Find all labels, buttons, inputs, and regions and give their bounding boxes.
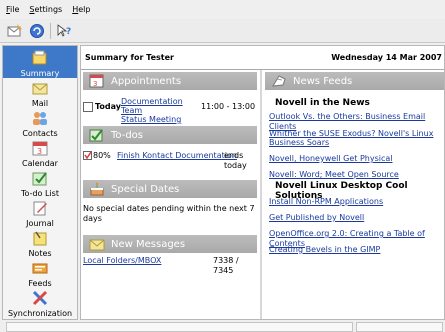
status-bar [0,320,445,332]
new-message-icon[interactable] [6,22,24,40]
mail-icon [30,79,50,97]
todo-icon [87,127,107,143]
todo-row: 80% Finish Kontact Documentation ends to… [83,151,259,170]
menu-file[interactable]: File [6,5,19,14]
menu-bar: File Settings Help [0,0,445,19]
appointment-link[interactable]: Documentation Team Status Meeting [121,97,199,124]
sidebar-item-calendar[interactable]: 3 Calendar [3,136,77,168]
status-progress-area [356,322,443,332]
appointment-icon [83,102,93,115]
todo-checkbox[interactable] [83,151,92,163]
sidebar-item-contacts[interactable]: Contacts [3,106,77,138]
notes-icon [30,229,50,247]
sync-icon[interactable] [28,22,46,40]
summary-date: Wednesday 14 Mar 2007 [331,53,442,62]
summary-icon [30,49,50,67]
feed-item-link[interactable]: Business Soars [269,138,329,148]
toolbar-separator [50,22,51,39]
appointment-day: Today [95,102,121,111]
appointment-time: 11:00 - 13:00 [201,102,256,111]
svg-text:?: ? [66,27,71,37]
feed-item-link[interactable]: Install Non-RPM Applications [269,197,383,207]
sidebar-item-synchronization[interactable]: Synchronization [3,286,77,318]
svg-text:3: 3 [37,147,42,156]
menu-help[interactable]: Help [72,5,90,14]
summary-header: Summary for Tester Wednesday 14 Mar 2007 [81,46,444,70]
column-divider[interactable] [260,70,262,319]
cake-icon [87,181,107,197]
calendar-icon: 3 [87,73,107,89]
summary-title: Summary for Tester [85,53,174,62]
feed-title: Novell in the News [275,98,370,108]
sidebar-item-feeds[interactable]: Feeds [3,256,77,288]
status-message-area [6,322,353,332]
sidebar-item-todo[interactable]: To-do List [3,166,77,198]
todo-icon [30,169,50,187]
todos-header: To-dos [83,126,257,144]
todo-percent: 80% [93,151,111,160]
feed-item-link[interactable]: Novell: Word; Meet Open Source [269,170,399,180]
sidebar-item-notes[interactable]: Notes [3,226,77,258]
todo-due: ends today [224,151,247,170]
special-dates-text: No special dates pending within the next… [83,204,255,223]
sidebar-item-journal[interactable]: Journal [3,196,77,228]
mail-icon [87,236,107,252]
appointments-header: 3 Appointments [83,72,257,90]
feeds-icon [30,259,50,277]
journal-icon [30,199,50,217]
sidebar-item-summary[interactable]: Summary [3,46,77,78]
toolbar: ? [0,19,445,43]
feed-item-link[interactable]: Get Published by Novell [269,213,364,223]
feed-item-link[interactable]: Novell, Honeywell Get Physical [269,154,393,164]
news-feeds-header: News Feeds [265,72,444,90]
todo-link[interactable]: Finish Kontact Documentation [117,151,237,161]
sidebar-item-mail[interactable]: Mail [3,76,77,108]
svg-text:3: 3 [93,80,97,88]
contacts-icon [30,109,50,127]
summary-view: Summary for Tester Wednesday 14 Mar 2007… [80,45,445,320]
whats-this-icon[interactable]: ? [55,22,73,40]
calendar-icon: 3 [30,139,50,157]
sidebar: Summary Mail Contacts 3 Calendar To-do L… [2,45,78,320]
mbox-folder-link[interactable]: Local Folders/MBOX [83,256,161,266]
synchronization-icon [30,289,50,307]
menu-settings[interactable]: Settings [29,5,62,14]
special-dates-header: Special Dates [83,180,257,198]
new-messages-row: Local Folders/MBOX 7338 / 7345 [83,256,259,275]
new-messages-header: New Messages [83,235,257,253]
message-count: 7338 / 7345 [213,256,239,275]
feed-item-link[interactable]: Creating Bevels in the GIMP [269,245,380,255]
feeds-icon [269,73,289,89]
appointment-row: Today Documentation Team Status Meeting 1… [83,97,259,124]
